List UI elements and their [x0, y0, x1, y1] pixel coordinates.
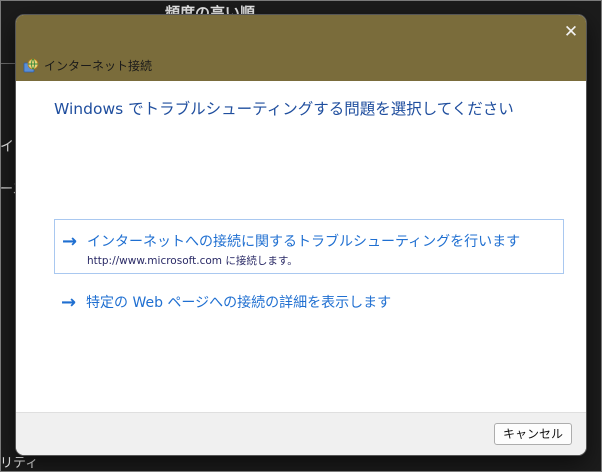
option-title: 特定の Web ページへの接続の詳細を表示します: [86, 295, 392, 311]
dialog-title: インターネット接続: [44, 59, 153, 73]
dialog-footer: キャンセル: [16, 412, 586, 455]
troubleshoot-internet-option[interactable]: → インターネットへの接続に関するトラブルシューティングを行います http:/…: [54, 219, 564, 274]
dialog-title-bar: ✕: [16, 15, 586, 51]
troubleshooter-dialog: ✕ インターネット接続 Windows でトラブルシューティングする問題を選択し…: [16, 15, 586, 455]
close-button[interactable]: ✕: [560, 21, 582, 43]
dialog-header-bar: インターネット接続: [16, 51, 586, 81]
arrow-right-icon: →: [62, 231, 78, 252]
web-page-connection-option[interactable]: → 特定の Web ページへの接続の詳細を表示します: [54, 289, 564, 319]
arrow-right-icon: →: [61, 292, 77, 313]
page-title: Windows でトラブルシューティングする問題を選択してください: [54, 100, 514, 118]
cancel-button[interactable]: キャンセル: [494, 423, 572, 445]
background-divider: [0, 63, 16, 64]
globe-network-icon: [23, 58, 39, 73]
option-description: http://www.microsoft.com に接続します。: [87, 255, 298, 267]
option-title: インターネットへの接続に関するトラブルシューティングを行います: [87, 234, 521, 250]
